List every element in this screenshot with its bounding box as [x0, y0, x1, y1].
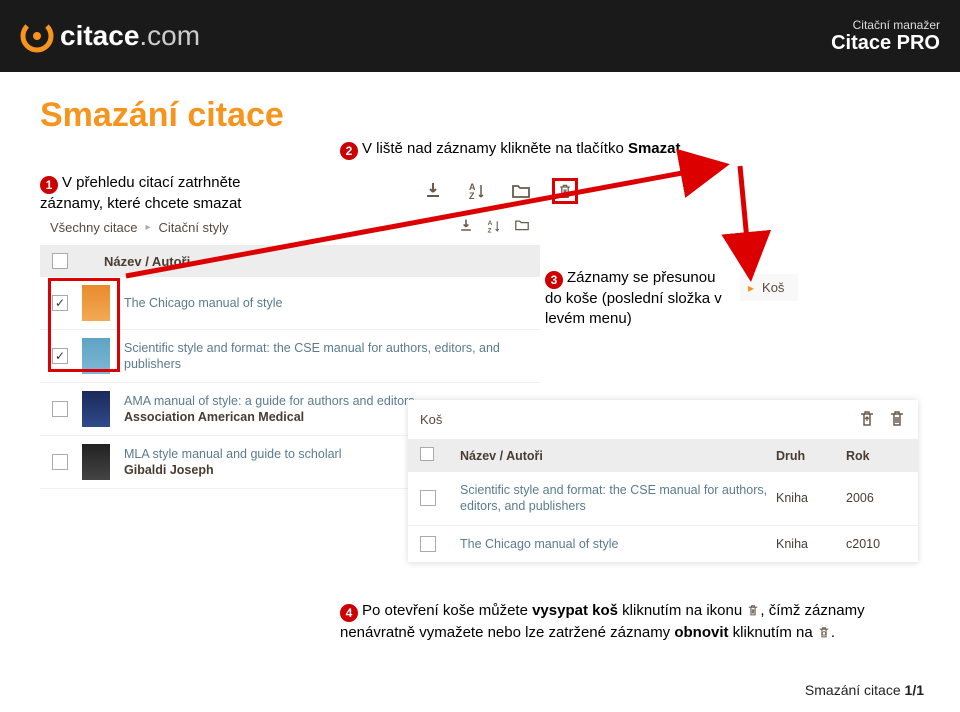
row-title: The Chicago manual of style — [124, 295, 528, 311]
step-4-bold-2: obnovit — [674, 624, 728, 641]
footer: Smazání citace 1/1 — [805, 682, 924, 698]
logo-icon — [20, 19, 54, 53]
checkbox[interactable] — [52, 348, 68, 364]
step-4-text-b: kliknutím na ikonu — [618, 602, 746, 619]
header-bar: citace.com Citační manažer Citace PRO — [0, 0, 960, 72]
bc-styles[interactable]: Citační styly — [158, 220, 228, 235]
step-3-text: Záznamy se přesunou do koše (poslední sl… — [545, 269, 722, 327]
step-3: 3Záznamy se přesunou do koše (poslední s… — [545, 268, 725, 330]
table-row[interactable]: Scientific style and format: the CSE man… — [408, 472, 918, 526]
svg-text:Z: Z — [488, 227, 492, 234]
download-icon[interactable] — [458, 218, 474, 237]
trash-columns: Název / Autoři Druh Rok — [408, 439, 918, 472]
step-4-bold-1: vysypat koš — [532, 602, 618, 619]
empty-trash-icon — [746, 602, 760, 616]
logo: citace.com — [20, 19, 200, 53]
svg-text:Z: Z — [469, 191, 475, 201]
trash-folder-label: Koš — [762, 280, 784, 295]
step-4-text-e: . — [831, 624, 835, 641]
footer-page: 1/1 — [905, 682, 924, 698]
download-icon[interactable] — [420, 178, 446, 204]
step-1: 1V přehledu citací zatrhněte záznamy, kt… — [40, 173, 280, 214]
restore-icon — [817, 624, 831, 638]
table-row[interactable]: The Chicago manual of style Kniha c2010 — [408, 526, 918, 563]
trash-header: Koš — [408, 400, 918, 439]
step-badge-4: 4 — [340, 604, 358, 622]
row-name: The Chicago manual of style — [460, 536, 776, 552]
trash-panel: Koš Název / Autoři Druh Rok Scientific s… — [408, 400, 918, 563]
list-header: Název / Autoři — [40, 245, 540, 277]
footer-label: Smazání citace — [805, 682, 905, 698]
restore-icon[interactable] — [858, 408, 876, 431]
col-name: Název / Autoři — [460, 449, 776, 463]
thumbnail — [82, 391, 110, 427]
col-year: Rok — [846, 449, 906, 463]
svg-text:A: A — [488, 220, 493, 227]
page-title: Smazání citace — [40, 96, 920, 135]
step-4-text-a: Po otevření koše můžete — [362, 602, 532, 619]
step-badge-3: 3 — [545, 271, 563, 289]
checkbox[interactable] — [52, 295, 68, 311]
row-type: Kniha — [776, 537, 846, 551]
empty-trash-icon[interactable] — [888, 408, 906, 431]
checkbox[interactable] — [420, 490, 436, 506]
thumbnail — [82, 338, 110, 374]
thumbnail — [82, 285, 110, 321]
folder-icon[interactable] — [514, 218, 530, 237]
trash-folder-item[interactable]: ▸ Koš — [740, 274, 798, 301]
select-all-checkbox[interactable] — [420, 447, 434, 461]
step-1-text: V přehledu citací zatrhněte záznamy, kte… — [40, 174, 241, 212]
trash-icon[interactable] — [552, 178, 578, 204]
checkbox[interactable] — [52, 401, 68, 417]
trash-title: Koš — [420, 412, 442, 427]
checkbox[interactable] — [420, 536, 436, 552]
row-title: Scientific style and format: the CSE man… — [124, 340, 528, 373]
step-2-text: V liště nad záznamy klikněte na tlačítko — [362, 140, 628, 157]
header-right: Citační manažer Citace PRO — [831, 18, 940, 55]
step-2: 2V liště nad záznamy klikněte na tlačítk… — [340, 139, 780, 160]
step-badge-1: 1 — [40, 176, 58, 194]
logo-text: citace.com — [60, 20, 200, 52]
checkbox[interactable] — [52, 454, 68, 470]
tagline: Citační manažer — [831, 18, 940, 32]
toolbar-icons: AZ — [420, 178, 780, 204]
row-type: Kniha — [776, 491, 846, 505]
step-4-text-d: kliknutím na — [729, 624, 817, 641]
row-year: c2010 — [846, 537, 906, 551]
list-item[interactable]: Scientific style and format: the CSE man… — [40, 330, 540, 383]
chevron-right-icon: ▸ — [145, 222, 150, 233]
sort-icon[interactable]: AZ — [486, 218, 502, 237]
step-badge-2: 2 — [340, 142, 358, 160]
bc-all[interactable]: Všechny citace — [50, 220, 137, 235]
col-type: Druh — [776, 449, 846, 463]
select-all-checkbox[interactable] — [52, 253, 68, 269]
breadcrumb: Všechny citace ▸ Citační styly AZ — [40, 210, 540, 245]
row-year: 2006 — [846, 491, 906, 505]
thumbnail — [82, 444, 110, 480]
folder-icon[interactable] — [508, 178, 534, 204]
step-4: 4Po otevření koše můžete vysypat koš kli… — [340, 600, 880, 643]
step-2-bold: Smazat — [628, 140, 681, 157]
col-name: Název / Autoři — [104, 254, 190, 269]
row-name: Scientific style and format: the CSE man… — [460, 482, 776, 515]
list-item[interactable]: The Chicago manual of style — [40, 277, 540, 330]
chevron-right-icon: ▸ — [748, 281, 754, 295]
product-name: Citace PRO — [831, 32, 940, 55]
sort-icon[interactable]: AZ — [464, 178, 490, 204]
